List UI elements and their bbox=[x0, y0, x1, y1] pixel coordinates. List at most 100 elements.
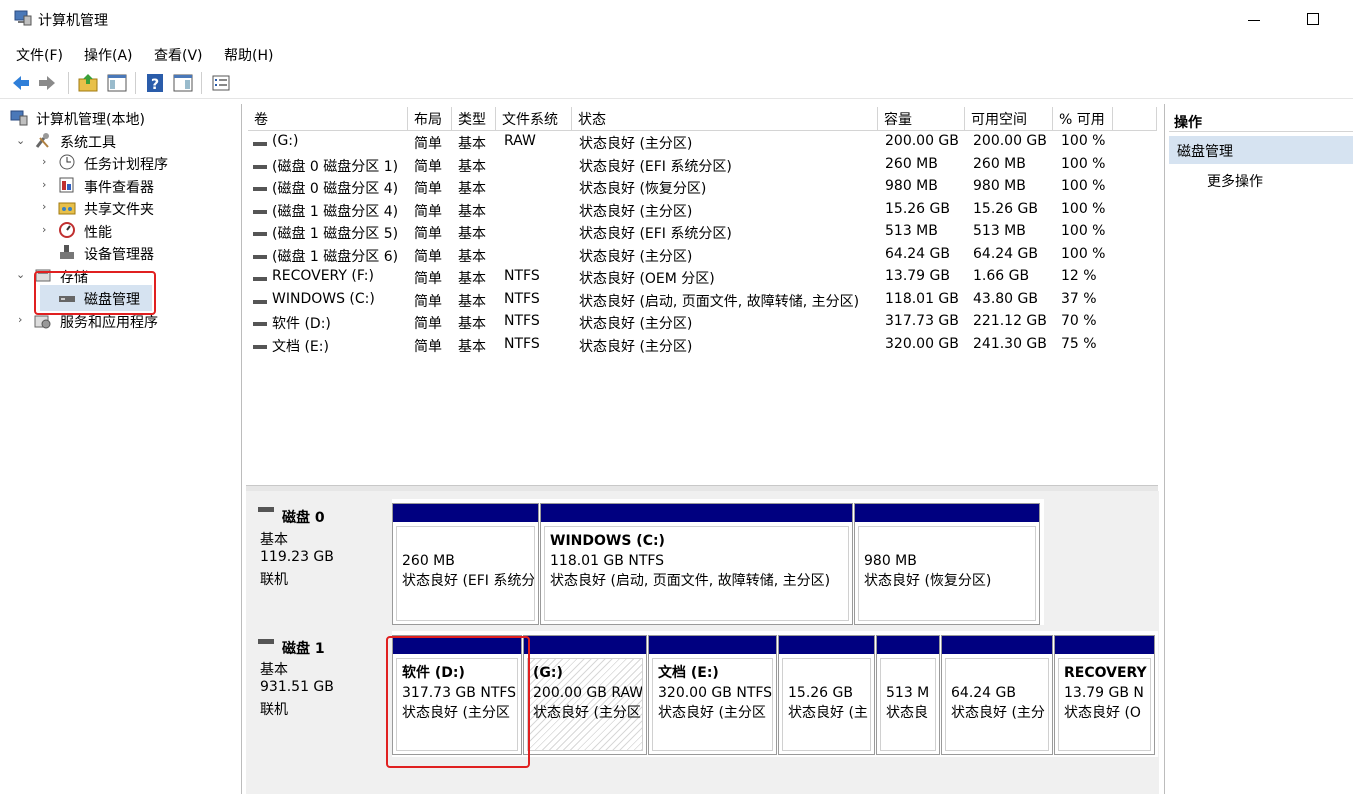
chevron-down-icon[interactable]: ⌄ bbox=[16, 268, 25, 281]
properties-icon[interactable] bbox=[210, 72, 232, 94]
volume-icon bbox=[253, 344, 267, 349]
menu-file[interactable]: 文件(F) bbox=[16, 45, 63, 65]
partition-disk1-efi[interactable]: 513 M 状态良 bbox=[876, 635, 940, 755]
cell-percent-free: 70 % bbox=[1061, 313, 1097, 329]
partition-recovery-f[interactable]: RECOVERY 13.79 GB N 状态良好 (O bbox=[1054, 635, 1155, 755]
partition-bar bbox=[779, 636, 874, 654]
actions-disk-management[interactable]: 磁盘管理 bbox=[1169, 136, 1353, 164]
table-row[interactable]: WINDOWS (C:) 简单 基本 NTFS 状态良好 (启动, 页面文件, 故障转储… bbox=[246, 291, 1159, 313]
more-actions-link[interactable]: 更多操作 bbox=[1207, 171, 1263, 191]
disk-0-info[interactable]: 磁盘 0 基本 119.23 GB 联机 bbox=[252, 499, 392, 625]
partition-g[interactable]: (G:) 200.00 GB RAW 状态良好 (主分区 bbox=[523, 635, 647, 755]
tree-item-performance[interactable]: 性能 bbox=[84, 222, 112, 242]
cell-type: 基本 bbox=[458, 248, 486, 265]
chevron-right-icon[interactable]: › bbox=[42, 200, 46, 213]
partition-bar bbox=[942, 636, 1052, 654]
cell-layout: 简单 bbox=[414, 203, 442, 220]
partition-disk1-p6[interactable]: 64.24 GB 状态良好 (主分 bbox=[941, 635, 1053, 755]
partition-documents-e[interactable]: 文档 (E:) 320.00 GB NTFS 状态良好 (主分区 bbox=[648, 635, 777, 755]
help-icon[interactable]: ? bbox=[144, 72, 166, 94]
forward-icon[interactable] bbox=[36, 72, 58, 94]
tree-item-services-apps[interactable]: 服务和应用程序 bbox=[60, 312, 158, 332]
partition-body: (G:) 200.00 GB RAW 状态良好 (主分区 bbox=[527, 658, 643, 751]
minimize-button[interactable] bbox=[1240, 8, 1270, 32]
menu-view[interactable]: 查看(V) bbox=[154, 45, 203, 65]
tree-item-event-viewer[interactable]: 事件查看器 bbox=[84, 177, 154, 197]
cell-layout: 简单 bbox=[414, 226, 442, 242]
cell-layout: 简单 bbox=[414, 158, 442, 175]
column-header-status[interactable]: 状态 bbox=[572, 107, 878, 131]
cell-percent-free: 100 % bbox=[1061, 200, 1106, 217]
cell-free-space: 1.66 GB bbox=[973, 268, 1030, 284]
volume-icon bbox=[253, 164, 267, 169]
table-row[interactable]: (磁盘 0 磁盘分区 1) 简单 基本 状态良好 (EFI 系统分区) 260 MB 26… bbox=[246, 156, 1159, 178]
show-hide-tree-icon[interactable] bbox=[106, 72, 128, 94]
table-row[interactable]: (磁盘 0 磁盘分区 4) 简单 基本 状态良好 (恢复分区) 980 MB 980 MB… bbox=[246, 178, 1159, 200]
red-highlight-box bbox=[386, 636, 530, 768]
chevron-right-icon[interactable]: › bbox=[42, 178, 46, 191]
back-icon[interactable] bbox=[10, 72, 32, 94]
menu-help[interactable]: 帮助(H) bbox=[224, 45, 273, 65]
cell-layout: 简单 bbox=[414, 338, 442, 355]
disk-1-info[interactable]: 磁盘 1 基本 931.51 GB 联机 bbox=[252, 631, 392, 757]
cell-capacity: 15.26 GB bbox=[885, 200, 950, 217]
partition-body: 文档 (E:) 320.00 GB NTFS 状态良好 (主分区 bbox=[652, 658, 773, 751]
cell-percent-free: 100 % bbox=[1061, 133, 1106, 149]
cell-volume: 软件 (D:) bbox=[272, 316, 331, 332]
cell-status: 状态良好 (启动, 页面文件, 故障转储, 主分区) bbox=[579, 293, 860, 310]
cell-volume: 文档 (E:) bbox=[272, 338, 329, 355]
column-header-layout[interactable]: 布局 bbox=[408, 107, 452, 131]
cell-volume: (磁盘 1 磁盘分区 6) bbox=[272, 248, 399, 265]
chevron-right-icon[interactable]: › bbox=[42, 155, 46, 168]
table-row[interactable]: RECOVERY (F:) 简单 基本 NTFS 状态良好 (OEM 分区) 13.79 … bbox=[246, 268, 1159, 290]
column-header-volume[interactable]: 卷 bbox=[248, 107, 408, 131]
disk-0-type: 基本 bbox=[260, 532, 288, 548]
chevron-right-icon[interactable]: › bbox=[42, 223, 46, 236]
table-row[interactable]: (磁盘 1 磁盘分区 5) 简单 基本 状态良好 (EFI 系统分区) 513 MB 51… bbox=[246, 223, 1159, 245]
up-folder-icon[interactable] bbox=[77, 72, 99, 94]
cell-free-space: 980 MB bbox=[973, 178, 1026, 194]
cell-free-space: 260 MB bbox=[973, 155, 1026, 172]
partition-disk0-recovery[interactable]: 980 MB 状态良好 (恢复分区) bbox=[854, 503, 1040, 625]
chevron-down-icon[interactable]: ⌄ bbox=[16, 134, 25, 147]
table-row[interactable]: (磁盘 1 磁盘分区 6) 简单 基本 状态良好 (主分区) 64.24 GB 64.24… bbox=[246, 246, 1159, 268]
show-hide-action-pane-icon[interactable] bbox=[172, 72, 194, 94]
cell-status: 状态良好 (主分区) bbox=[579, 338, 693, 355]
column-header-type[interactable]: 类型 bbox=[452, 107, 496, 131]
tree-item-system-tools[interactable]: 系统工具 bbox=[60, 132, 116, 152]
partition-disk0-efi[interactable]: 260 MB 状态良好 (EFI 系统分 bbox=[392, 503, 539, 625]
cell-free-space: 43.80 GB bbox=[973, 290, 1038, 307]
volume-icon bbox=[253, 277, 267, 281]
disk-1-status: 联机 bbox=[260, 702, 288, 718]
chevron-right-icon[interactable]: › bbox=[18, 313, 22, 326]
menu-action[interactable]: 操作(A) bbox=[84, 45, 133, 65]
tree-item-task-scheduler[interactable]: 任务计划程序 bbox=[84, 154, 168, 174]
column-header-filesystem[interactable]: 文件系统 bbox=[496, 107, 572, 131]
partition-body: 513 M 状态良 bbox=[880, 658, 936, 751]
partition-windows-c[interactable]: WINDOWS (C:) 118.01 GB NTFS 状态良好 (启动, 页面… bbox=[540, 503, 853, 625]
disk-0-status: 联机 bbox=[260, 572, 288, 588]
tree-item-device-manager[interactable]: 设备管理器 bbox=[84, 244, 154, 264]
performance-icon bbox=[59, 222, 75, 238]
cell-percent-free: 100 % bbox=[1061, 223, 1106, 239]
table-row[interactable]: (磁盘 1 磁盘分区 4) 简单 基本 状态良好 (主分区) 15.26 GB 15.26… bbox=[246, 201, 1159, 223]
tree-item-root[interactable]: 计算机管理(本地) bbox=[36, 109, 145, 129]
cell-volume: (G:) bbox=[272, 133, 299, 149]
column-header-capacity[interactable]: 容量 bbox=[878, 107, 965, 131]
cell-percent-free: 75 % bbox=[1061, 335, 1097, 352]
disk-0-partitions: 260 MB 状态良好 (EFI 系统分 WINDOWS (C:) 118.01… bbox=[392, 499, 1044, 625]
tree-item-shared-folders[interactable]: 共享文件夹 bbox=[84, 199, 154, 219]
cell-free-space: 221.12 GB bbox=[973, 313, 1047, 329]
column-header-blank bbox=[1113, 107, 1157, 131]
column-header-free-space[interactable]: 可用空间 bbox=[965, 107, 1053, 131]
table-row[interactable]: (G:) 简单 基本 RAW 状态良好 (主分区) 200.00 GB 200.00 GB 1… bbox=[246, 133, 1159, 155]
partition-bar bbox=[524, 636, 646, 654]
actions-pane: 操作 磁盘管理 更多操作 bbox=[1164, 104, 1353, 794]
partition-disk1-p4[interactable]: 15.26 GB 状态良好 (主 bbox=[778, 635, 875, 755]
cell-percent-free: 37 % bbox=[1061, 290, 1097, 307]
column-header-percent-free[interactable]: % 可用 bbox=[1053, 107, 1113, 131]
table-row[interactable]: 文档 (E:) 简单 基本 NTFS 状态良好 (主分区) 320.00 GB 241.30… bbox=[246, 336, 1159, 358]
maximize-button[interactable] bbox=[1298, 8, 1328, 32]
partition-body: 64.24 GB 状态良好 (主分 bbox=[945, 658, 1049, 751]
table-row[interactable]: 软件 (D:) 简单 基本 NTFS 状态良好 (主分区) 317.73 GB 221.12… bbox=[246, 313, 1159, 335]
